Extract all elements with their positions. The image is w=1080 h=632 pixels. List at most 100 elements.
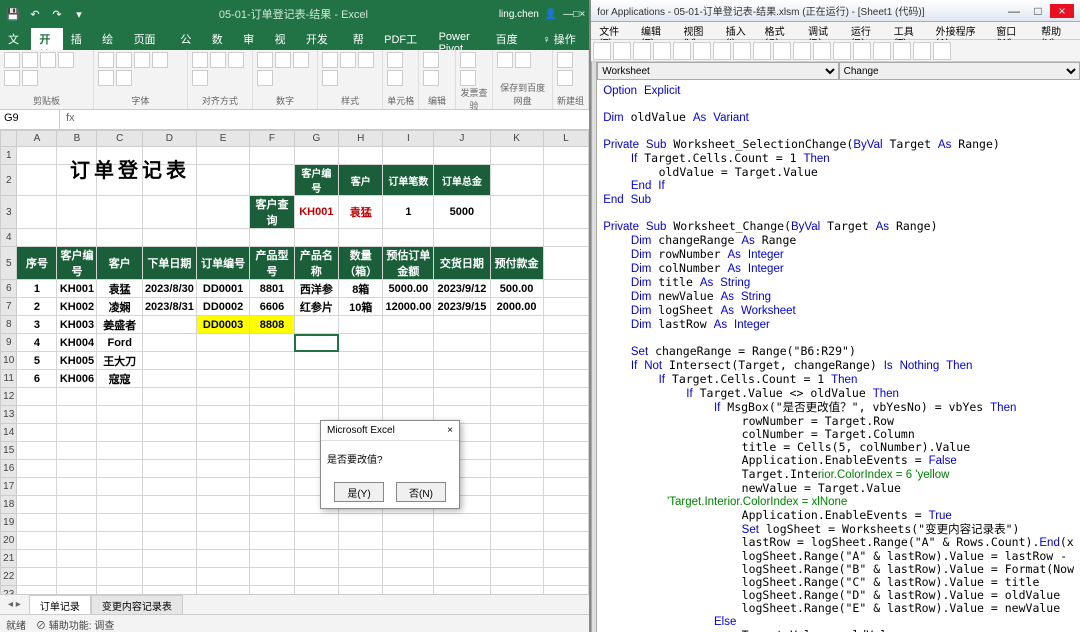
cell-L7[interactable] <box>543 298 589 316</box>
cell-H7[interactable]: 10箱 <box>339 298 383 316</box>
cell-C11[interactable]: 寇寇 <box>97 370 142 388</box>
redo-icon[interactable]: ↷ <box>48 5 66 23</box>
cell-J12[interactable] <box>434 388 490 406</box>
cell-E8[interactable]: DD0003 <box>196 316 249 334</box>
cell-G1[interactable] <box>294 147 338 165</box>
ribbon-btn[interactable] <box>40 52 56 68</box>
col-header-C[interactable]: C <box>97 131 142 147</box>
cell-I19[interactable] <box>383 514 434 532</box>
cell-E2[interactable] <box>196 165 249 196</box>
cell-K18[interactable] <box>490 496 543 514</box>
fx-icon[interactable]: fx <box>60 110 81 129</box>
col-header-J[interactable]: J <box>434 131 490 147</box>
cell-K23[interactable] <box>490 586 543 595</box>
cell-E10[interactable] <box>196 352 249 370</box>
cell-A8[interactable]: 3 <box>17 316 57 334</box>
cell-I2[interactable]: 订单笔数 <box>383 165 434 196</box>
cell-B13[interactable] <box>57 406 97 424</box>
worksheet-grid[interactable]: ABCDEFGHIJKL12客户编号客户订单笔数订单总金3客户查询KH001袁猛… <box>0 130 589 594</box>
cell-H20[interactable] <box>339 532 383 550</box>
cell-H3[interactable]: 袁猛 <box>339 196 383 229</box>
save-icon[interactable]: 💾 <box>4 5 22 23</box>
cell-G3[interactable]: KH001 <box>294 196 338 229</box>
cell-F21[interactable] <box>250 550 294 568</box>
row-header-16[interactable]: 16 <box>1 460 17 478</box>
cell-K19[interactable] <box>490 514 543 532</box>
ribbon-btn[interactable] <box>98 70 114 86</box>
row-header-13[interactable]: 13 <box>1 406 17 424</box>
cell-K15[interactable] <box>490 442 543 460</box>
cell-L19[interactable] <box>543 514 589 532</box>
cell-G20[interactable] <box>294 532 338 550</box>
cell-D3[interactable] <box>142 196 196 229</box>
cell-K17[interactable] <box>490 478 543 496</box>
ribbon-tab-2[interactable]: 插入 <box>63 28 94 50</box>
ribbon-btn[interactable] <box>134 52 150 68</box>
cell-A15[interactable] <box>17 442 57 460</box>
cell-C9[interactable]: Ford <box>97 334 142 352</box>
cell-E23[interactable] <box>196 586 249 595</box>
cell-G19[interactable] <box>294 514 338 532</box>
cell-D23[interactable] <box>142 586 196 595</box>
row-header-10[interactable]: 10 <box>1 352 17 370</box>
cell-B10[interactable]: KH005 <box>57 352 97 370</box>
cell-G9[interactable] <box>294 334 338 352</box>
cell-L8[interactable] <box>543 316 589 334</box>
ribbon-tab-10[interactable]: 帮助 <box>345 28 376 50</box>
cell-L18[interactable] <box>543 496 589 514</box>
cell-F3[interactable]: 客户查询 <box>250 196 294 229</box>
ribbon-btn[interactable] <box>228 52 244 68</box>
cell-A7[interactable]: 2 <box>17 298 57 316</box>
cell-K22[interactable] <box>490 568 543 586</box>
cell-D13[interactable] <box>142 406 196 424</box>
row-header-19[interactable]: 19 <box>1 514 17 532</box>
cell-E19[interactable] <box>196 514 249 532</box>
cell-C21[interactable] <box>97 550 142 568</box>
vba-close-button[interactable]: × <box>1050 4 1074 18</box>
minimize-button[interactable]: — <box>563 9 573 20</box>
cell-D20[interactable] <box>142 532 196 550</box>
ribbon-tab-9[interactable]: 开发工具 <box>298 28 345 50</box>
cell-B5[interactable]: 客户编号 <box>57 247 97 280</box>
cell-E21[interactable] <box>196 550 249 568</box>
cell-F14[interactable] <box>250 424 294 442</box>
cell-C16[interactable] <box>97 460 142 478</box>
ribbon-btn[interactable] <box>98 52 114 68</box>
cell-B19[interactable] <box>57 514 97 532</box>
cell-G6[interactable]: 西洋参 <box>294 280 338 298</box>
ribbon-btn[interactable] <box>4 70 20 86</box>
cell-K13[interactable] <box>490 406 543 424</box>
cell-J2[interactable]: 订单总金 <box>434 165 490 196</box>
cell-I10[interactable] <box>383 352 434 370</box>
cell-D9[interactable] <box>142 334 196 352</box>
cell-E7[interactable]: DD0002 <box>196 298 249 316</box>
cell-F17[interactable] <box>250 478 294 496</box>
cell-B8[interactable]: KH003 <box>57 316 97 334</box>
cell-J7[interactable]: 2023/9/15 <box>434 298 490 316</box>
cell-L17[interactable] <box>543 478 589 496</box>
col-header-L[interactable]: L <box>543 131 589 147</box>
cell-L12[interactable] <box>543 388 589 406</box>
cell-D11[interactable] <box>142 370 196 388</box>
ribbon-tab-14[interactable]: ♀ 操作说明 <box>534 28 589 50</box>
vba-tool-btn[interactable] <box>833 42 851 60</box>
cell-F19[interactable] <box>250 514 294 532</box>
vba-tool-btn[interactable] <box>753 42 771 60</box>
row-header-23[interactable]: 23 <box>1 586 17 595</box>
cell-J4[interactable] <box>434 229 490 247</box>
cell-I21[interactable] <box>383 550 434 568</box>
ribbon-btn[interactable] <box>293 52 309 68</box>
cell-H2[interactable]: 客户 <box>339 165 383 196</box>
cell-B21[interactable] <box>57 550 97 568</box>
cell-E13[interactable] <box>196 406 249 424</box>
cell-J9[interactable] <box>434 334 490 352</box>
ribbon-btn[interactable] <box>4 52 20 68</box>
col-header-H[interactable]: H <box>339 131 383 147</box>
row-header-3[interactable]: 3 <box>1 196 17 229</box>
cell-I7[interactable]: 12000.00 <box>383 298 434 316</box>
cell-A12[interactable] <box>17 388 57 406</box>
cell-F10[interactable] <box>250 352 294 370</box>
cell-F1[interactable] <box>250 147 294 165</box>
cell-H12[interactable] <box>339 388 383 406</box>
formula-input[interactable] <box>81 110 590 129</box>
